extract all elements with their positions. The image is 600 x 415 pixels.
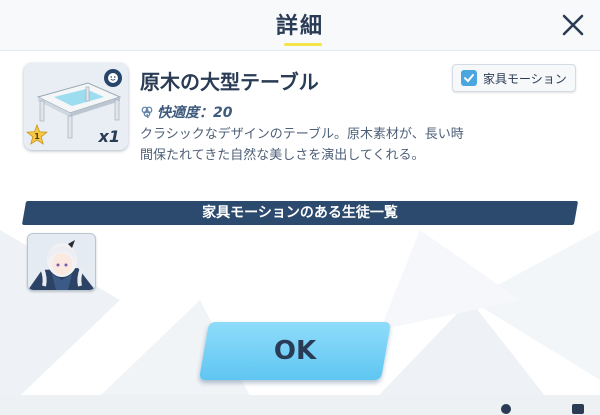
item-description: クラシックなデザインのテーブル。原木素材が、長い時間保たれてきた自然な美しさを演… xyxy=(140,127,464,163)
student-portrait[interactable] xyxy=(27,233,96,291)
motion-toggle-label: 家具モーション xyxy=(483,71,567,86)
ok-button[interactable] xyxy=(198,322,392,380)
student-list-title: 家具モーションのある生徒一覧 xyxy=(202,205,398,221)
close-button[interactable] xyxy=(556,8,590,42)
star-level: 1 xyxy=(34,132,40,141)
item-quantity: x1 xyxy=(98,127,120,146)
furniture-motion-toggle[interactable]: 家具モーション xyxy=(452,64,576,92)
item-card: 1 x1 xyxy=(24,63,128,150)
comfort-value: 快適度：20 xyxy=(157,105,233,121)
star-icon: 1 xyxy=(25,123,49,146)
header-divider xyxy=(0,50,600,51)
motion-smile-icon xyxy=(104,69,122,87)
dialog-title: 詳細 xyxy=(275,14,324,39)
corner-icons xyxy=(501,404,584,414)
clover-icon xyxy=(141,106,153,119)
close-icon xyxy=(562,14,584,36)
detail-dialog: 詳細 1 x1 原木の大型テーブル 家具モーション 快適度：20 クラシックなデ… xyxy=(0,0,600,415)
title-underline xyxy=(284,43,322,46)
item-name: 原木の大型テーブル xyxy=(140,70,319,94)
comfort-row: 快適度：20 xyxy=(140,102,232,122)
checkbox-checked-icon xyxy=(461,70,477,86)
student-avatar xyxy=(28,234,95,290)
